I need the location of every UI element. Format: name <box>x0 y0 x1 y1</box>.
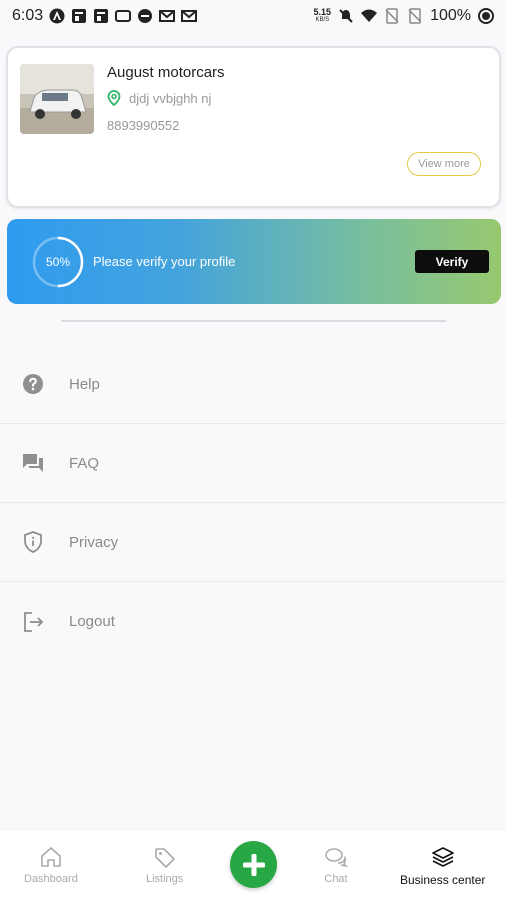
nav-chat[interactable]: Chat <box>324 846 348 885</box>
status-time: 6:03 <box>12 7 44 24</box>
nav-label-listings: Listings <box>146 873 184 885</box>
plus-icon <box>242 853 265 876</box>
menu-label-logout: Logout <box>69 613 115 630</box>
business-name: August motorcars <box>107 64 225 81</box>
nav-label-chat: Chat <box>324 873 348 885</box>
nav-label-business-center: Business center <box>400 873 486 887</box>
menu-label-help: Help <box>69 375 100 393</box>
record-notification-icon <box>138 9 153 23</box>
news-notification-icon <box>72 9 87 23</box>
news-notification-icon-2 <box>94 9 109 23</box>
help-circle-icon <box>20 371 46 397</box>
screen-notification-icon <box>115 10 132 22</box>
menu-item-faq[interactable]: FAQ <box>0 424 506 503</box>
nav-business-center[interactable]: Business center <box>400 846 485 887</box>
add-listing-button[interactable] <box>230 841 277 888</box>
menu-item-logout[interactable]: Logout <box>0 582 506 661</box>
menu-label-privacy: Privacy <box>69 533 119 551</box>
battery-icon <box>478 8 494 24</box>
nav-label-dashboard: Dashboard <box>24 873 78 885</box>
location-pin-icon <box>107 90 121 106</box>
gmail-icon-2 <box>181 10 198 22</box>
shield-info-icon <box>20 529 46 555</box>
business-card[interactable]: August motorcars djdj vvbjghh nj 8893990… <box>6 46 501 208</box>
chat-icon <box>325 848 348 868</box>
tag-icon <box>154 848 175 868</box>
status-bar: 6:03 5.15 KB/S 100% <box>0 0 506 32</box>
mute-icon <box>339 9 353 23</box>
location-text: djdj vvbjghh nj <box>129 90 212 106</box>
layers-icon <box>431 847 454 867</box>
business-location: djdj vvbjghh nj <box>107 90 211 106</box>
bottom-navigation: Dashboard Listings Chat Business center <box>0 830 506 900</box>
menu-item-help[interactable]: Help <box>0 345 506 424</box>
no-sim-icon-2 <box>408 8 422 24</box>
section-divider <box>61 320 446 322</box>
verify-button[interactable]: Verify <box>415 250 489 273</box>
no-sim-icon <box>385 8 399 24</box>
business-thumbnail <box>20 64 94 134</box>
gmail-icon <box>159 10 176 22</box>
forum-icon <box>20 450 46 476</box>
business-phone: 8893990552 <box>107 118 180 133</box>
verify-message: Please verify your profile <box>93 254 236 269</box>
app-notification-icon <box>49 8 65 24</box>
home-icon <box>41 847 61 867</box>
menu-label-faq: FAQ <box>69 454 100 472</box>
network-speed: 5.15 KB/S <box>313 7 332 24</box>
battery-percent: 100% <box>430 7 471 24</box>
wifi-icon <box>361 9 378 22</box>
menu-item-privacy[interactable]: Privacy <box>0 503 506 582</box>
verify-profile-banner: 50% Please verify your profile Verify <box>7 219 501 304</box>
logout-icon <box>20 609 46 635</box>
nav-dashboard[interactable]: Dashboard <box>24 846 78 885</box>
settings-menu: Help FAQ Privacy Logout <box>0 345 506 661</box>
nav-listings[interactable]: Listings <box>146 846 183 885</box>
view-more-button[interactable]: View more <box>407 152 481 176</box>
progress-percent: 50% <box>45 255 71 269</box>
